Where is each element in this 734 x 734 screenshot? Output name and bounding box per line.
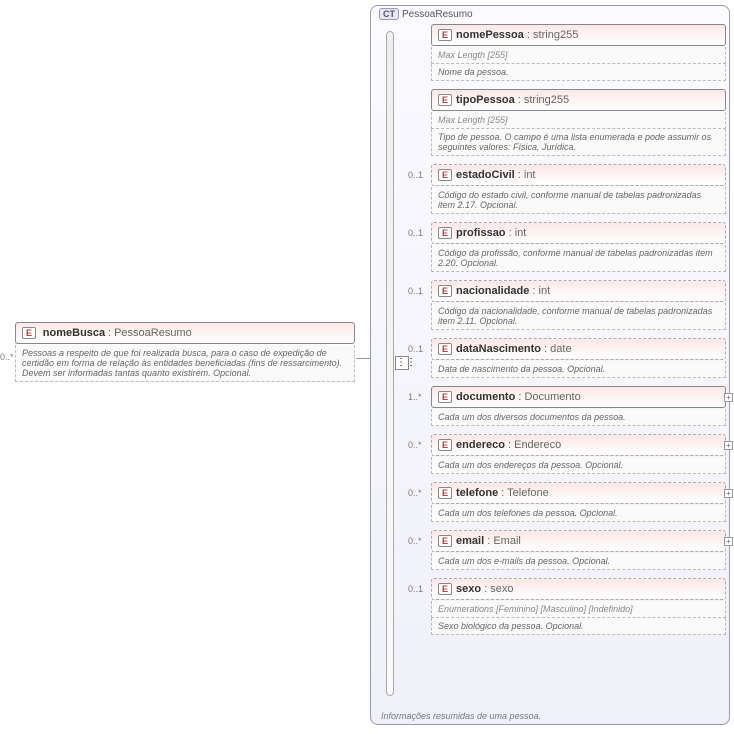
element-desc: Data de nascimento da pessoa. Opcional. <box>431 361 726 378</box>
element-profissao[interactable]: 0..1Eprofissao : int <box>431 222 726 244</box>
connector-line <box>356 358 370 359</box>
element-desc: Código da profissão, conforme manual de … <box>431 245 726 272</box>
sequence-bar <box>386 31 394 696</box>
element-type: : int <box>515 169 536 181</box>
element-type: : Email <box>484 535 521 547</box>
cardinality: 1..* <box>408 392 422 402</box>
element-tipoPessoa[interactable]: EtipoPessoa : string255 <box>431 89 726 111</box>
ct-footer: Informações resumidas de uma pessoa. <box>381 711 541 721</box>
element-nacionalidade[interactable]: 0..1Enacionalidade : int <box>431 280 726 302</box>
expand-icon[interactable]: + <box>724 537 733 546</box>
element-name: documento <box>456 391 515 403</box>
element-documento[interactable]: 1..*Edocumento : Documento+ <box>431 386 726 408</box>
cardinality: 0..1 <box>408 228 423 238</box>
element-type: : int <box>529 285 550 297</box>
element-name: dataNascimento <box>456 343 541 355</box>
element-type: : Endereco <box>505 439 561 451</box>
element-meta: Max Length [255] <box>431 47 726 64</box>
element-name: email <box>456 535 484 547</box>
root-element: E nomeBusca : PessoaResumo Pessoas a res… <box>15 322 355 390</box>
ct-header: CTPessoaResumo <box>379 9 473 20</box>
element-nomePessoa[interactable]: EnomePessoa : string255 <box>431 24 726 46</box>
element-type: : sexo <box>481 583 513 595</box>
element-desc: Cada um dos telefones da pessoa. Opciona… <box>431 505 726 522</box>
element-type: : Documento <box>515 391 580 403</box>
element-name: nacionalidade <box>456 285 529 297</box>
element-name: endereco <box>456 439 505 451</box>
elements-list: EnomePessoa : string255Max Length [255]N… <box>431 24 726 643</box>
element-estadoCivil[interactable]: 0..1EestadoCivil : int <box>431 164 726 186</box>
element-name: estadoCivil <box>456 169 515 181</box>
element-badge: E <box>438 343 452 355</box>
element-endereco[interactable]: 0..*Eendereco : Endereco+ <box>431 434 726 456</box>
element-badge: E <box>438 169 452 181</box>
element-badge: E <box>438 227 452 239</box>
cardinality: 0..1 <box>408 584 423 594</box>
element-badge: E <box>22 327 36 339</box>
element-name: profissao <box>456 227 506 239</box>
expand-icon[interactable]: + <box>724 393 733 402</box>
element-meta: Max Length [255] <box>431 112 726 129</box>
element-badge: E <box>438 487 452 499</box>
root-desc: Pessoas a respeito de que foi realizada … <box>15 345 355 382</box>
element-badge: E <box>438 583 452 595</box>
element-name: sexo <box>456 583 481 595</box>
element-desc: Cada um dos endereços da pessoa. Opciona… <box>431 457 726 474</box>
root-cardinality: 0..* <box>0 352 14 362</box>
element-badge: E <box>438 535 452 547</box>
cardinality: 0..* <box>408 488 422 498</box>
element-type: : Telefone <box>498 487 549 499</box>
element-badge: E <box>438 29 452 41</box>
element-telefone[interactable]: 0..*Etelefone : Telefone+ <box>431 482 726 504</box>
element-badge: E <box>438 285 452 297</box>
element-name: telefone <box>456 487 498 499</box>
element-type: : string255 <box>515 94 569 106</box>
cardinality: 0..1 <box>408 344 423 354</box>
element-badge: E <box>438 439 452 451</box>
element-badge: E <box>438 391 452 403</box>
expand-icon[interactable]: + <box>724 441 733 450</box>
element-desc: Código do estado civil, conforme manual … <box>431 187 726 214</box>
expand-icon[interactable]: + <box>724 489 733 498</box>
cardinality: 0..* <box>408 440 422 450</box>
element-desc: Nome da pessoa. <box>431 64 726 81</box>
element-type: : date <box>541 343 572 355</box>
cardinality: 0..1 <box>408 286 423 296</box>
cardinality: 0..* <box>408 536 422 546</box>
sequence-icon: ⋮⋮ <box>395 356 409 370</box>
complextype-container: CTPessoaResumo ⋮⋮ EnomePessoa : string25… <box>370 5 730 725</box>
cardinality: 0..1 <box>408 170 423 180</box>
element-badge: E <box>438 94 452 106</box>
element-dataNascimento[interactable]: 0..1EdataNascimento : date <box>431 338 726 360</box>
element-name: nomePessoa <box>456 29 524 41</box>
element-desc: Sexo biológico da pessoa. Opcional. <box>431 618 726 635</box>
element-email[interactable]: 0..*Eemail : Email+ <box>431 530 726 552</box>
ct-title: PessoaResumo <box>402 9 473 20</box>
element-name: tipoPessoa <box>456 94 515 106</box>
root-name: nomeBusca <box>43 327 105 339</box>
element-desc: Cada um dos diversos documentos da pesso… <box>431 409 726 426</box>
element-type: : int <box>506 227 527 239</box>
element-desc: Código da nacionalidade, conforme manual… <box>431 303 726 330</box>
element-desc: Tipo de pessoa. O campo é uma lista enum… <box>431 129 726 156</box>
root-type: PessoaResumo <box>114 327 192 339</box>
element-type: : string255 <box>524 29 578 41</box>
element-desc: Cada um dos e-mails da pessoa. Opcional. <box>431 553 726 570</box>
element-meta: Enumerations [Feminino] [Masculino] [Ind… <box>431 601 726 618</box>
element-sexo[interactable]: 0..1Esexo : sexo <box>431 578 726 600</box>
